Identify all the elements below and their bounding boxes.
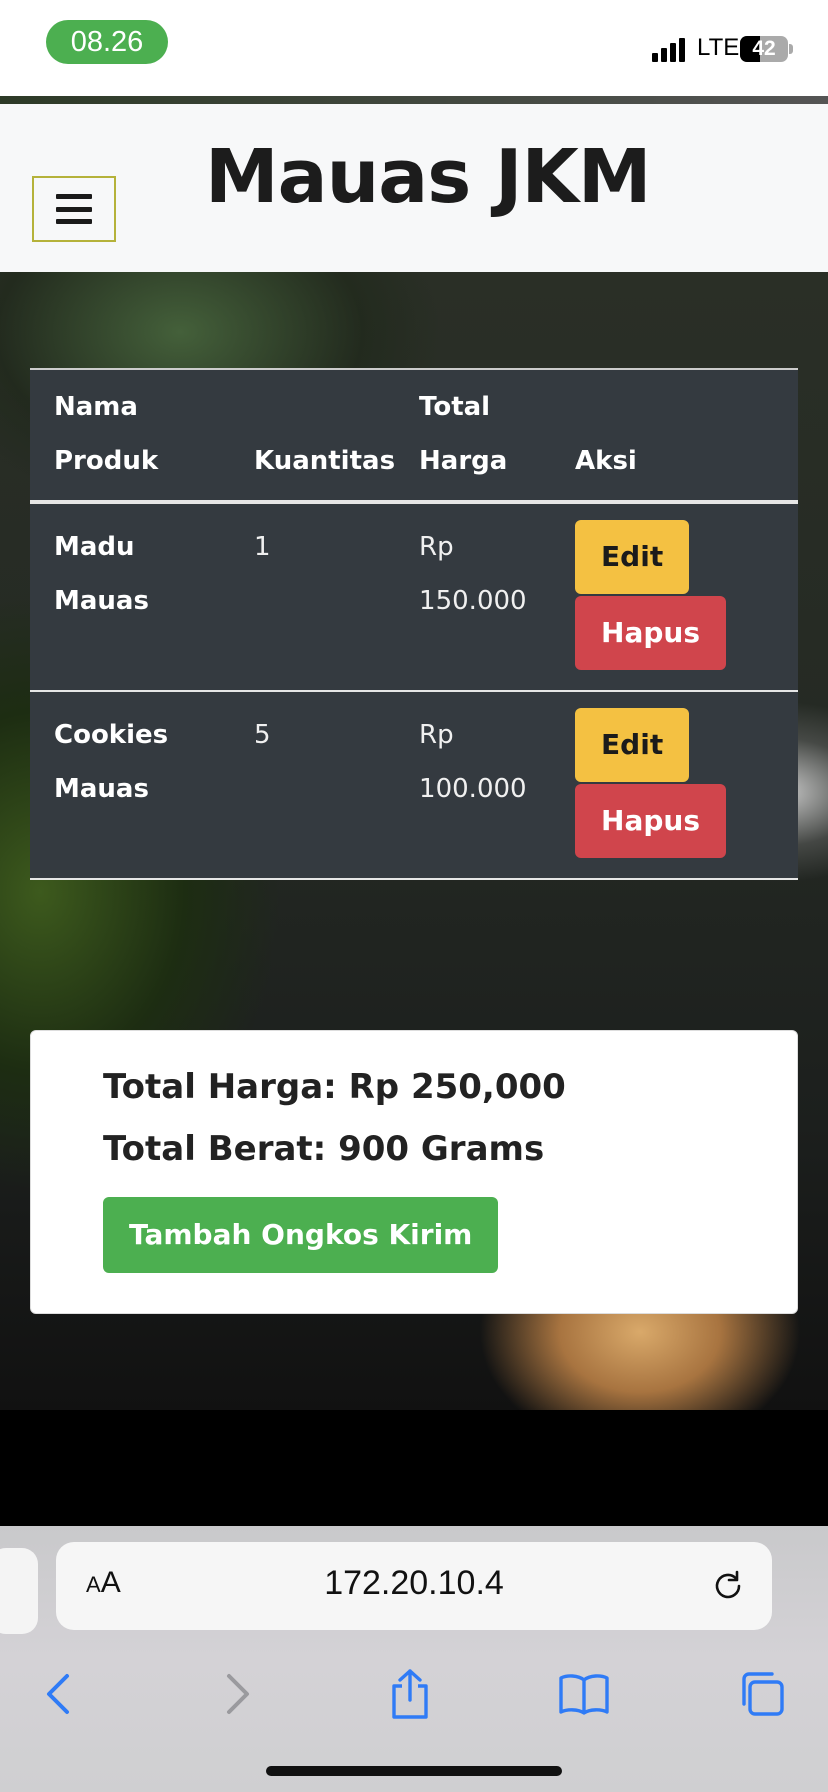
site-title: Mauas JKM: [205, 134, 652, 220]
table-header-row: Nama Produk Kuantitas Total Harga Aksi: [30, 369, 798, 504]
status-time: 08.26: [46, 20, 168, 64]
home-indicator: [266, 1766, 562, 1776]
network-type: LTE: [697, 34, 740, 61]
url-text: 172.20.10.4: [324, 1564, 504, 1602]
table-row: Madu Mauas 1 Rp 150.000 Edit Hapus: [30, 502, 798, 692]
product-quantity: 1: [230, 502, 396, 692]
product-quantity: 5: [230, 691, 396, 880]
cart-table: Nama Produk Kuantitas Total Harga Aksi M…: [30, 368, 798, 880]
tabs-icon: [742, 1672, 784, 1716]
delete-button[interactable]: Hapus: [575, 596, 727, 670]
forward-icon: [227, 1674, 249, 1714]
product-total-price: Rp 150.000: [395, 502, 552, 692]
delete-button[interactable]: Hapus: [575, 784, 727, 858]
site-header: Mauas JKM: [0, 104, 828, 272]
footer-dark-area: [0, 1410, 828, 1530]
share-icon: [392, 1669, 428, 1719]
share-button[interactable]: [382, 1666, 438, 1722]
browser-toolbar: AA 172.20.10.4: [0, 1526, 828, 1792]
reload-icon[interactable]: [710, 1568, 746, 1604]
signal-icon: [652, 36, 685, 62]
edit-button[interactable]: Edit: [575, 520, 690, 594]
column-header-action: Aksi: [551, 369, 798, 504]
hamburger-icon: [56, 194, 92, 224]
back-button[interactable]: [30, 1666, 86, 1722]
header-top-border: [0, 96, 828, 104]
total-weight-text: Total Berat: 900 Grams: [103, 1129, 545, 1169]
add-shipping-button[interactable]: Tambah Ongkos Kirim: [103, 1197, 499, 1273]
battery-level: 42: [752, 37, 776, 60]
battery-icon: 42: [740, 36, 788, 62]
column-header-quantity: Kuantitas: [230, 369, 396, 504]
bookmarks-icon: [559, 1674, 609, 1715]
menu-toggle-button[interactable]: [32, 176, 116, 242]
product-name: Madu Mauas: [30, 502, 230, 692]
total-price-text: Total Harga: Rp 250,000: [103, 1067, 566, 1107]
forward-button[interactable]: [210, 1666, 266, 1722]
product-total-price: Rp 100.000: [395, 691, 552, 880]
row-actions: Edit Hapus: [551, 502, 798, 692]
address-bar[interactable]: AA 172.20.10.4: [56, 1542, 772, 1630]
edit-button[interactable]: Edit: [575, 708, 690, 782]
column-header-total-price: Total Harga: [395, 369, 552, 504]
back-icon: [47, 1674, 69, 1714]
previous-tab-edge[interactable]: [0, 1548, 38, 1634]
cart-summary-card: Total Harga: Rp 250,000 Total Berat: 900…: [30, 1030, 798, 1314]
battery-tip: [789, 44, 793, 54]
bookmarks-button[interactable]: [556, 1666, 612, 1722]
product-name: Cookies Mauas: [30, 691, 230, 880]
row-actions: Edit Hapus: [551, 691, 798, 880]
column-header-product: Nama Produk: [30, 369, 230, 504]
table-row: Cookies Mauas 5 Rp 100.000 Edit Hapus: [30, 691, 798, 880]
tabs-button[interactable]: [734, 1666, 790, 1722]
status-bar: 08.26 LTE 42: [0, 0, 828, 96]
